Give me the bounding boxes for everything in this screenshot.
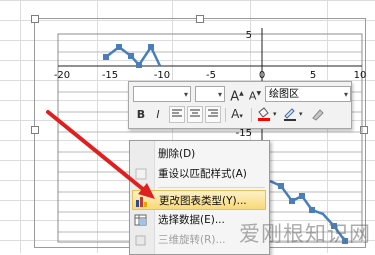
menu-item-delete[interactable]: 删除(D) — [130, 144, 267, 164]
align-left-icon — [172, 109, 182, 117]
data-point — [103, 54, 109, 60]
reset-style-icon — [134, 167, 148, 181]
menu-separator — [158, 187, 265, 188]
data-point — [148, 44, 154, 50]
svg-text:▾: ▾ — [273, 110, 277, 118]
outline-color-button[interactable]: ▾ — [281, 106, 303, 123]
x-tick-label: 5 — [310, 70, 316, 81]
chart-type-icon — [135, 194, 149, 208]
menu-item-label: 三维旋转(R)... — [158, 234, 226, 246]
data-point — [309, 207, 315, 213]
menu-item-label: 选择数据(E)... — [158, 214, 225, 226]
bold-button[interactable]: B — [133, 106, 149, 123]
chart-element-value: 绘图区 — [269, 89, 299, 100]
x-tick-label: -5 — [206, 70, 216, 81]
shrink-font-button[interactable]: A▼ — [247, 85, 263, 103]
data-point — [289, 198, 295, 204]
italic-button[interactable]: I — [150, 106, 166, 123]
align-center-icon — [190, 109, 200, 117]
pen-outline-icon: ▾ — [284, 108, 303, 121]
y-tick-label: 5 — [246, 30, 252, 41]
font-size-combo[interactable]: ▾ — [195, 86, 225, 102]
watermark: 爱刚根知识网 — [239, 222, 371, 246]
x-tick-label: -20 — [54, 70, 70, 81]
grow-font-button[interactable]: A▲ — [229, 85, 245, 105]
menu-item-label: 重设以匹配样式(A) — [158, 168, 247, 180]
chevron-down-icon: ▾ — [183, 90, 188, 99]
x-tick-label: 0 — [259, 70, 265, 81]
fill-color-button[interactable]: ▾ — [255, 106, 277, 123]
x-tick-label: -15 — [102, 70, 118, 81]
x-tick-label: 10 — [354, 70, 367, 81]
rotate-3d-icon — [134, 233, 148, 247]
font-name-combo[interactable]: ▾ — [133, 86, 191, 102]
align-right-icon — [208, 109, 218, 117]
menu-item-reset-style[interactable]: 重设以匹配样式(A) — [130, 164, 267, 184]
y-tick-label: -15 — [236, 128, 252, 139]
align-left-button[interactable] — [169, 106, 185, 123]
bold-icon: B — [136, 108, 146, 121]
data-point — [116, 44, 122, 50]
font-color-button[interactable]: A▾ — [229, 106, 245, 123]
chevron-down-icon: ▾ — [217, 90, 222, 99]
menu-item-label: 更改图表类型(Y)... — [159, 195, 247, 207]
data-point — [299, 193, 305, 199]
x-tick-label: -10 — [154, 70, 170, 81]
data-point — [128, 53, 134, 59]
format-painter-icon — [312, 109, 324, 121]
italic-icon: I — [156, 108, 160, 121]
menu-item-change-chart-type[interactable]: 更改图表类型(Y)... — [132, 190, 266, 210]
paint-bucket-icon: ▾ — [258, 107, 277, 121]
chart-element-combo[interactable]: 绘图区 ▾ — [265, 86, 351, 102]
chevron-down-icon: ▾ — [343, 90, 348, 99]
data-point — [136, 62, 142, 68]
menu-item-label: 删除(D) — [158, 148, 196, 160]
align-right-button[interactable] — [205, 106, 221, 123]
svg-text:▾: ▾ — [299, 110, 303, 118]
select-data-icon — [134, 213, 148, 227]
data-point — [278, 183, 284, 189]
format-painter-button[interactable] — [309, 106, 327, 123]
align-center-button[interactable] — [187, 106, 203, 123]
grow-font-icon: A — [230, 89, 240, 105]
mini-format-toolbar: ▾ ▾ A▲ A▼ 绘图区 ▾ B I A▾ ▾ ▾ — [128, 81, 352, 129]
